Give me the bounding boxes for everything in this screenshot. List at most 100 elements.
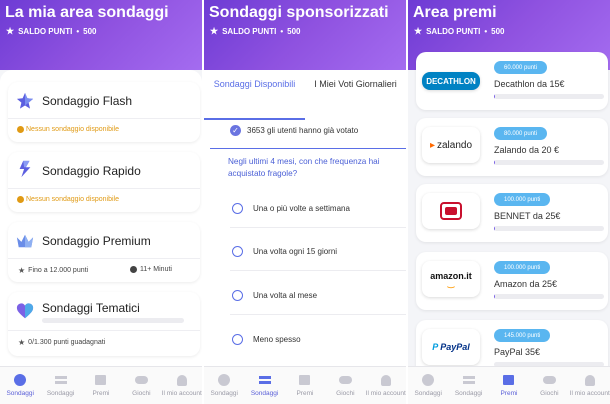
panel-sponsored-surveys: Sondaggi sponsorizzati ★ SALDO PUNTI • 5… bbox=[204, 0, 406, 404]
nav-label: Premi bbox=[296, 390, 314, 397]
progress-fill bbox=[494, 94, 496, 99]
gift-icon bbox=[502, 373, 516, 387]
radio-button[interactable] bbox=[232, 290, 243, 301]
prize-decathlon[interactable]: DECATHLON 60.000 punti Decathlon da 15€ bbox=[416, 52, 608, 110]
card-sondaggio-premium[interactable]: Sondaggio Premium ★ Fino a 12.000 punti … bbox=[8, 222, 200, 282]
nav-sondaggi[interactable]: Sondaggi bbox=[409, 373, 447, 397]
clock-icon bbox=[130, 266, 137, 273]
nav-sondaggi-sponsor[interactable]: Sondaggi bbox=[42, 373, 80, 397]
crown-icon bbox=[16, 234, 34, 248]
tab-miei-voti[interactable]: I Miei Voti Giornalieri bbox=[305, 70, 406, 120]
option-label: Una o più volte a settimana bbox=[253, 204, 350, 213]
page-title: La mia area sondaggi bbox=[5, 4, 169, 21]
points-balance: ★ SALDO PUNTI • 500 bbox=[210, 26, 300, 37]
dot-separator: • bbox=[280, 27, 284, 36]
bottom-nav: Sondaggi Sondaggi Premi Giochi Il mio ac… bbox=[408, 366, 610, 404]
nav-label: Il mio account bbox=[161, 390, 202, 397]
points-pill: 100.000 punti bbox=[494, 261, 551, 274]
radio-button[interactable] bbox=[232, 203, 243, 214]
voted-count: ✓ 3653 gli utenti hanno già votato bbox=[230, 125, 358, 136]
user-icon bbox=[175, 373, 189, 387]
prize-amazon[interactable]: amazon.it ‿ 100.000 punti Amazon da 25€ bbox=[416, 252, 608, 310]
progress-fill bbox=[494, 294, 496, 299]
prize-zalando[interactable]: ▸ zalando 80.000 punti Zalando da 20 € bbox=[416, 118, 608, 176]
option-label: Meno spesso bbox=[253, 335, 301, 344]
points-pill: 60.000 punti bbox=[494, 61, 548, 74]
option-mese[interactable]: Una volta al mese bbox=[232, 290, 317, 301]
status-label: Nessun sondaggio disponibile bbox=[26, 126, 120, 133]
points-pill: 145.000 punti bbox=[494, 329, 551, 342]
brand-label: zalando bbox=[437, 139, 473, 151]
check-icon: ✓ bbox=[230, 125, 241, 136]
gift-icon bbox=[94, 373, 108, 387]
page-title: Sondaggi sponsorizzati bbox=[209, 4, 389, 21]
panel-survey-area: La mia area sondaggi ★ SALDO PUNTI • 500… bbox=[0, 0, 202, 404]
points-value: 500 bbox=[491, 27, 505, 36]
card-title: Sondaggio Premium bbox=[42, 234, 151, 248]
nav-account[interactable]: Il mio account bbox=[161, 373, 202, 397]
progress-bar bbox=[494, 226, 604, 231]
points-balance: ★ SALDO PUNTI • 500 bbox=[6, 26, 96, 37]
star-icon: ★ bbox=[18, 338, 26, 347]
zalando-logo: ▸ zalando bbox=[422, 127, 480, 163]
nav-account[interactable]: Il mio account bbox=[366, 373, 406, 397]
card-title: Sondaggi Tematici bbox=[42, 301, 140, 315]
status-label: Nessun sondaggio disponibile bbox=[26, 196, 120, 203]
bars-icon bbox=[462, 373, 476, 387]
option-meno-spesso[interactable]: Meno spesso bbox=[232, 334, 301, 345]
points-text: Fino a 12.000 punti bbox=[28, 267, 89, 274]
prize-name: Zalando da 20 € bbox=[494, 145, 560, 155]
nav-giochi[interactable]: Giochi bbox=[530, 373, 568, 397]
panel-rewards-area: Area premi ★ SALDO PUNTI • 500 DECATHLON… bbox=[408, 0, 610, 404]
prize-name: Amazon da 25€ bbox=[494, 279, 558, 289]
card-sondaggio-flash[interactable]: Sondaggio Flash Nessun sondaggio disponi… bbox=[8, 82, 200, 142]
nav-premi[interactable]: Premi bbox=[82, 373, 120, 397]
points-balance: ★ SALDO PUNTI • 500 bbox=[414, 26, 504, 37]
radio-button[interactable] bbox=[232, 246, 243, 257]
option-15-giorni[interactable]: Una volta ogni 15 giorni bbox=[232, 246, 337, 257]
nav-premi-active[interactable]: Premi bbox=[490, 373, 528, 397]
bars-icon bbox=[258, 373, 272, 387]
nav-sondaggi-sponsor-active[interactable]: Sondaggi bbox=[246, 373, 284, 397]
prize-name: PayPal 35€ bbox=[494, 347, 541, 357]
star-icon: ★ bbox=[414, 26, 423, 36]
option-settimana[interactable]: Una o più volte a settimana bbox=[232, 203, 350, 214]
nav-label: Sondaggi bbox=[250, 390, 279, 397]
nav-sondaggi-sponsor[interactable]: Sondaggi bbox=[450, 373, 488, 397]
star-icon: ★ bbox=[210, 26, 219, 36]
card-title: Sondaggio Rapido bbox=[42, 164, 141, 178]
nav-label: Sondaggi bbox=[454, 390, 483, 397]
points-pill: 100.000 punti bbox=[494, 193, 551, 206]
nav-sondaggi[interactable]: Sondaggi bbox=[205, 373, 243, 397]
card-sondaggio-rapido[interactable]: Sondaggio Rapido Nessun sondaggio dispon… bbox=[8, 152, 200, 212]
check-circle-icon bbox=[13, 373, 27, 387]
nav-label: Sondaggi bbox=[46, 390, 75, 397]
star-icon bbox=[16, 92, 34, 109]
tab-sondaggi-disponibili[interactable]: Sondaggi Disponibili bbox=[204, 70, 305, 120]
survey-question: Negli ultimi 4 mesi, con che frequenza h… bbox=[228, 157, 380, 178]
gift-icon bbox=[298, 373, 312, 387]
star-icon: ★ bbox=[6, 26, 15, 36]
status-text: Nessun sondaggio disponibile bbox=[17, 196, 119, 203]
nav-sondaggi-active[interactable]: Sondaggi bbox=[1, 373, 39, 397]
nav-giochi[interactable]: Giochi bbox=[122, 373, 160, 397]
progress-fill bbox=[494, 160, 496, 165]
prize-name: Decathlon da 15€ bbox=[494, 79, 565, 89]
prize-name: BENNET da 25€ bbox=[494, 211, 561, 221]
nav-account[interactable]: Il mio account bbox=[570, 373, 610, 397]
warning-dot-icon bbox=[17, 196, 24, 203]
nav-giochi[interactable]: Giochi bbox=[326, 373, 364, 397]
nav-premi[interactable]: Premi bbox=[286, 373, 324, 397]
earned-text: 0/1.300 punti guadagnati bbox=[28, 339, 106, 346]
card-title: Sondaggio Flash bbox=[42, 94, 133, 108]
gamepad-icon bbox=[542, 373, 556, 387]
nav-label: Sondaggi bbox=[210, 390, 238, 397]
nav-label: Giochi bbox=[336, 390, 355, 397]
prize-bennet[interactable]: 100.000 punti BENNET da 25€ bbox=[416, 184, 608, 242]
time-info: 11+ Minuti bbox=[130, 266, 172, 273]
radio-button[interactable] bbox=[232, 334, 243, 345]
points-value: 500 bbox=[287, 27, 301, 36]
card-sondaggi-tematici[interactable]: Sondaggi Tematici ★ 0/1.300 punti guadag… bbox=[8, 292, 200, 356]
nav-label: Giochi bbox=[132, 390, 151, 397]
dot-separator: • bbox=[76, 27, 80, 36]
